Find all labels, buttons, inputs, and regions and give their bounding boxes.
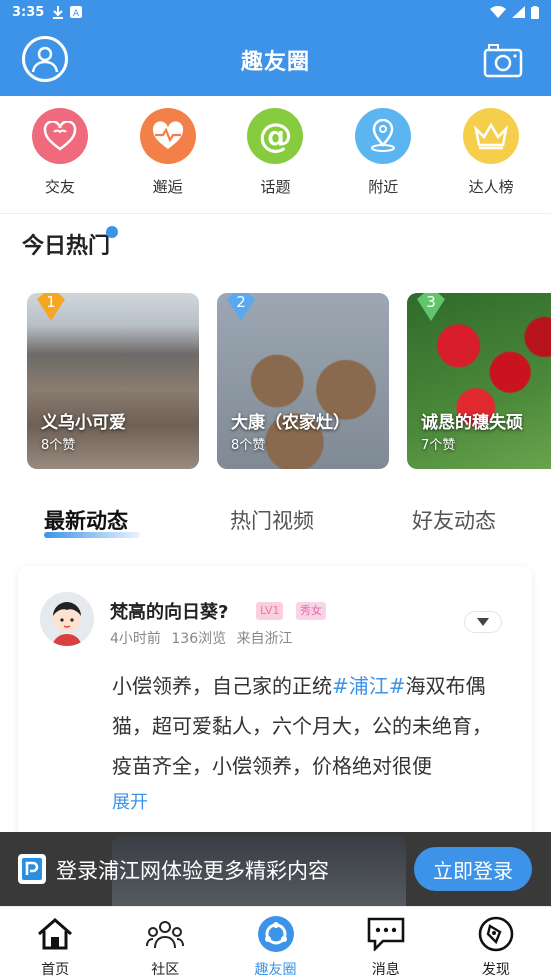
- user-icon: [31, 46, 59, 73]
- community-icon: [146, 915, 185, 953]
- post-text-before: 小偿领养，自己家的正统: [112, 674, 332, 698]
- post-more-button[interactable]: [464, 611, 502, 633]
- post-location: 来自浙江: [236, 631, 293, 647]
- nav-label: 消息: [371, 962, 400, 978]
- hot-card[interactable]: 1 义乌小可爱 8个赞: [27, 293, 199, 469]
- category-nearby[interactable]: 附近: [333, 96, 433, 213]
- hot-card-likes: 7个赞: [421, 438, 456, 453]
- hot-card[interactable]: 3 诚恳的穗失硕 7个赞: [407, 293, 551, 469]
- hot-card-name: 义乌小可爱: [41, 413, 126, 433]
- category-make-friends[interactable]: 交友: [10, 96, 110, 213]
- download-icon: [53, 6, 64, 19]
- nav-home[interactable]: 首页: [0, 907, 110, 979]
- nav-circle[interactable]: 趣友圈: [220, 907, 330, 979]
- hot-list: 1 义乌小可爱 8个赞 2 大康（农家灶） 8个赞 3 诚恳的穗失硕 7个赞: [27, 293, 551, 469]
- nav-messages[interactable]: 消息: [331, 907, 441, 979]
- hot-card[interactable]: 2 大康（农家灶） 8个赞: [217, 293, 389, 469]
- svg-text:A: A: [73, 9, 80, 18]
- hot-card-name: 大康（农家灶）: [231, 413, 350, 433]
- crown-icon: [463, 108, 520, 164]
- post-text: 小偿领养，自己家的正统#浦江#海双布偶猫，超可爱黏人，六个月大，公的未绝育，疫苗…: [112, 666, 508, 786]
- circle-icon: [257, 915, 295, 953]
- page-title: 趣友圈: [240, 50, 310, 75]
- category-label: 达人榜: [468, 178, 514, 196]
- category-topics[interactable]: @ 话题: [225, 96, 325, 213]
- nav-community[interactable]: 社区: [110, 907, 220, 979]
- category-label: 话题: [260, 178, 291, 196]
- author-avatar[interactable]: [40, 592, 94, 646]
- post-card[interactable]: 梵高的向日葵? LV1 秀女 4小时前 136浏览 来自浙江 小偿领养，自己家的…: [18, 566, 532, 866]
- login-banner: 登录浦江网体验更多精彩内容 立即登录: [0, 832, 551, 906]
- nav-label: 社区: [151, 962, 180, 978]
- category-label: 附近: [368, 178, 399, 196]
- post-meta: 4小时前 136浏览 来自浙江: [110, 628, 293, 648]
- heart-icon: [31, 108, 88, 164]
- active-tab-indicator: [44, 532, 140, 538]
- tab-latest[interactable]: 最新动态: [44, 505, 128, 535]
- home-icon: [36, 915, 74, 953]
- nav-discover[interactable]: 发现: [441, 907, 551, 979]
- tab-friends[interactable]: 好友动态: [412, 505, 496, 535]
- wifi-icon: [490, 6, 506, 18]
- category-label: 交友: [44, 178, 75, 196]
- at-icon: @: [247, 108, 304, 164]
- app-notification-icon: A: [70, 6, 83, 18]
- category-bar: 交友 邂逅 @ 话题 附近 达人榜: [0, 96, 551, 214]
- post-time: 4小时前: [110, 631, 161, 647]
- hot-card-name: 诚恳的穗失硕: [421, 413, 523, 433]
- expand-link[interactable]: 展开: [112, 788, 148, 814]
- chevron-down-icon: [477, 618, 489, 626]
- category-encounter[interactable]: 邂逅: [118, 96, 218, 213]
- battery-icon: [531, 5, 539, 19]
- status-notification-icons: A: [52, 5, 83, 19]
- level-badge: LV1: [256, 602, 284, 620]
- rank-number: 3: [426, 293, 436, 311]
- category-label: 邂逅: [152, 178, 183, 196]
- category-ranking[interactable]: 达人榜: [441, 96, 541, 213]
- signal-icon: [512, 6, 525, 18]
- app-header: 趣友圈: [0, 24, 551, 96]
- section-indicator-dot: [106, 226, 118, 238]
- status-system-icons: [490, 5, 539, 19]
- heartbeat-icon: [139, 108, 196, 164]
- login-button[interactable]: 立即登录: [414, 847, 532, 891]
- rank-number: 1: [46, 293, 56, 311]
- user-avatar-button[interactable]: [22, 36, 68, 82]
- rank-number: 2: [236, 293, 246, 311]
- camera-button[interactable]: [483, 42, 523, 78]
- compass-icon: [477, 915, 515, 953]
- hot-section-title: 今日热门: [22, 234, 111, 259]
- status-time: 3:35: [12, 4, 45, 20]
- pujiang-logo-icon: [18, 854, 46, 884]
- feed-tabs: 最新动态 热门视频 好友动态: [0, 505, 551, 545]
- post-hashtag[interactable]: #浦江#: [332, 674, 406, 698]
- hot-card-likes: 8个赞: [231, 438, 266, 453]
- nav-label: 首页: [41, 962, 70, 978]
- bottom-nav: 首页 社区 趣友圈 消息 发现: [0, 906, 551, 979]
- post-views: 136浏览: [171, 631, 227, 647]
- tab-hot-videos[interactable]: 热门视频: [230, 505, 314, 535]
- message-icon: [367, 915, 405, 953]
- hot-card-likes: 8个赞: [41, 438, 76, 453]
- gender-badge: 秀女: [296, 602, 326, 620]
- app-page: 3:35 A 趣友圈 交友 邂逅 @ 话题 附近 达人榜 今日热门 1 义乌小可…: [0, 0, 551, 979]
- nav-label: 发现: [481, 962, 510, 978]
- camera-icon: [483, 44, 523, 78]
- location-icon: [355, 108, 412, 164]
- status-bar: 3:35 A: [0, 0, 551, 24]
- nav-label: 趣友圈: [254, 962, 297, 978]
- login-prompt-text: 登录浦江网体验更多精彩内容: [56, 859, 329, 883]
- author-name[interactable]: 梵高的向日葵?: [110, 598, 228, 624]
